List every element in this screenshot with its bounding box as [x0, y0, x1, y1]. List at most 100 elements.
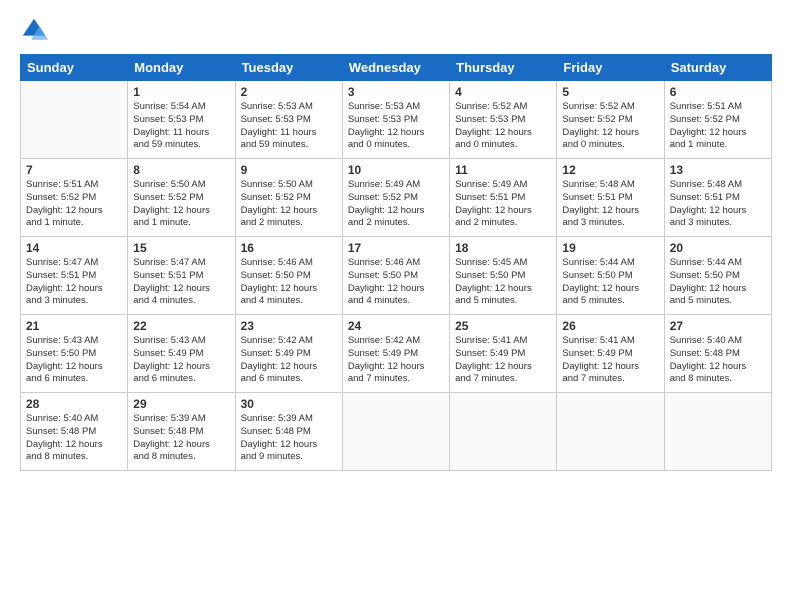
calendar-cell: 21 Sunrise: 5:43 AM Sunset: 5:50 PM Dayli… — [21, 315, 128, 393]
cell-info: Sunrise: 5:40 AM Sunset: 5:48 PM Dayligh… — [670, 335, 766, 386]
cell-info: Sunrise: 5:53 AM Sunset: 5:53 PM Dayligh… — [241, 101, 337, 152]
cell-info: Sunrise: 5:42 AM Sunset: 5:49 PM Dayligh… — [241, 335, 337, 386]
cell-info: Sunrise: 5:50 AM Sunset: 5:52 PM Dayligh… — [241, 179, 337, 230]
calendar-cell: 27 Sunrise: 5:40 AM Sunset: 5:48 PM Dayli… — [664, 315, 771, 393]
calendar-cell: 17Sunrise: 5:46 AM Sunset: 5:50 PM Dayli… — [342, 237, 449, 315]
day-number: 20 — [670, 241, 766, 255]
cell-info: Sunrise: 5:48 AM Sunset: 5:51 PM Dayligh… — [670, 179, 766, 230]
cell-info: Sunrise: 5:50 AM Sunset: 5:52 PM Dayligh… — [133, 179, 229, 230]
cell-info: Sunrise: 5:46 AM Sunset: 5:50 PM Dayligh… — [241, 257, 337, 308]
day-number: 16 — [241, 241, 337, 255]
day-number: 30 — [241, 397, 337, 411]
calendar-cell: 16 Sunrise: 5:46 AM Sunset: 5:50 PM Dayli… — [235, 237, 342, 315]
day-number: 12 — [562, 163, 658, 177]
day-number: 23 — [241, 319, 337, 333]
weekday-header: Monday — [128, 55, 235, 81]
calendar-cell: 28Sunrise: 5:40 AM Sunset: 5:48 PM Dayli… — [21, 393, 128, 471]
day-number: 2 — [241, 85, 337, 99]
weekday-header: Wednesday — [342, 55, 449, 81]
day-number: 5 — [562, 85, 658, 99]
calendar-table: SundayMondayTuesdayWednesdayThursdayFrid… — [20, 54, 772, 471]
cell-info: Sunrise: 5:49 AM Sunset: 5:52 PM Dayligh… — [348, 179, 444, 230]
calendar-cell: 13 Sunrise: 5:48 AM Sunset: 5:51 PM Dayli… — [664, 159, 771, 237]
calendar-week-row: 1Sunrise: 5:54 AM Sunset: 5:53 PM Daylig… — [21, 81, 772, 159]
day-number: 4 — [455, 85, 551, 99]
cell-info: Sunrise: 5:52 AM Sunset: 5:53 PM Dayligh… — [455, 101, 551, 152]
cell-info: Sunrise: 5:51 AM Sunset: 5:52 PM Dayligh… — [26, 179, 122, 230]
cell-info: Sunrise: 5:44 AM Sunset: 5:50 PM Dayligh… — [562, 257, 658, 308]
day-number: 7 — [26, 163, 122, 177]
day-number: 21 — [26, 319, 122, 333]
calendar-cell: 1Sunrise: 5:54 AM Sunset: 5:53 PM Daylig… — [128, 81, 235, 159]
calendar-cell: 20Sunrise: 5:44 AM Sunset: 5:50 PM Dayli… — [664, 237, 771, 315]
calendar-cell — [342, 393, 449, 471]
calendar-cell — [664, 393, 771, 471]
weekday-header: Thursday — [450, 55, 557, 81]
calendar-cell — [557, 393, 664, 471]
calendar-cell — [21, 81, 128, 159]
calendar-cell: 11 Sunrise: 5:49 AM Sunset: 5:51 PM Dayli… — [450, 159, 557, 237]
calendar-cell: 8 Sunrise: 5:50 AM Sunset: 5:52 PM Daylig… — [128, 159, 235, 237]
day-number: 25 — [455, 319, 551, 333]
weekday-header: Saturday — [664, 55, 771, 81]
cell-info: Sunrise: 5:41 AM Sunset: 5:49 PM Dayligh… — [562, 335, 658, 386]
calendar-cell: 15 Sunrise: 5:47 AM Sunset: 5:51 PM Dayli… — [128, 237, 235, 315]
calendar-cell: 4 Sunrise: 5:52 AM Sunset: 5:53 PM Daylig… — [450, 81, 557, 159]
cell-info: Sunrise: 5:52 AM Sunset: 5:52 PM Dayligh… — [562, 101, 658, 152]
day-number: 15 — [133, 241, 229, 255]
day-number: 27 — [670, 319, 766, 333]
day-number: 10 — [348, 163, 444, 177]
cell-info: Sunrise: 5:40 AM Sunset: 5:48 PM Dayligh… — [26, 413, 122, 464]
calendar-cell: 26 Sunrise: 5:41 AM Sunset: 5:49 PM Dayli… — [557, 315, 664, 393]
calendar-cell: 12 Sunrise: 5:48 AM Sunset: 5:51 PM Dayli… — [557, 159, 664, 237]
weekday-header: Friday — [557, 55, 664, 81]
calendar-cell: 2 Sunrise: 5:53 AM Sunset: 5:53 PM Daylig… — [235, 81, 342, 159]
day-number: 26 — [562, 319, 658, 333]
day-number: 17 — [348, 241, 444, 255]
cell-info: Sunrise: 5:51 AM Sunset: 5:52 PM Dayligh… — [670, 101, 766, 152]
day-number: 9 — [241, 163, 337, 177]
calendar-cell: 14 Sunrise: 5:47 AM Sunset: 5:51 PM Dayli… — [21, 237, 128, 315]
calendar-cell — [450, 393, 557, 471]
cell-info: Sunrise: 5:49 AM Sunset: 5:51 PM Dayligh… — [455, 179, 551, 230]
weekday-header: Tuesday — [235, 55, 342, 81]
calendar-cell: 23 Sunrise: 5:42 AM Sunset: 5:49 PM Dayli… — [235, 315, 342, 393]
day-number: 24 — [348, 319, 444, 333]
day-number: 3 — [348, 85, 444, 99]
cell-info: Sunrise: 5:48 AM Sunset: 5:51 PM Dayligh… — [562, 179, 658, 230]
logo — [20, 16, 52, 44]
page: SundayMondayTuesdayWednesdayThursdayFrid… — [0, 0, 792, 612]
day-number: 11 — [455, 163, 551, 177]
calendar-cell: 25Sunrise: 5:41 AM Sunset: 5:49 PM Dayli… — [450, 315, 557, 393]
calendar-cell: 5 Sunrise: 5:52 AM Sunset: 5:52 PM Daylig… — [557, 81, 664, 159]
calendar-cell: 3Sunrise: 5:53 AM Sunset: 5:53 PM Daylig… — [342, 81, 449, 159]
cell-info: Sunrise: 5:47 AM Sunset: 5:51 PM Dayligh… — [133, 257, 229, 308]
day-number: 1 — [133, 85, 229, 99]
calendar-cell: 22 Sunrise: 5:43 AM Sunset: 5:49 PM Dayli… — [128, 315, 235, 393]
cell-info: Sunrise: 5:43 AM Sunset: 5:50 PM Dayligh… — [26, 335, 122, 386]
day-number: 8 — [133, 163, 229, 177]
day-number: 19 — [562, 241, 658, 255]
calendar-body: 1Sunrise: 5:54 AM Sunset: 5:53 PM Daylig… — [21, 81, 772, 471]
calendar-cell: 29Sunrise: 5:39 AM Sunset: 5:48 PM Dayli… — [128, 393, 235, 471]
day-number: 13 — [670, 163, 766, 177]
day-number: 22 — [133, 319, 229, 333]
calendar-header-row: SundayMondayTuesdayWednesdayThursdayFrid… — [21, 55, 772, 81]
cell-info: Sunrise: 5:47 AM Sunset: 5:51 PM Dayligh… — [26, 257, 122, 308]
header — [20, 16, 772, 44]
calendar-cell: 19 Sunrise: 5:44 AM Sunset: 5:50 PM Dayli… — [557, 237, 664, 315]
day-number: 18 — [455, 241, 551, 255]
calendar-cell: 10 Sunrise: 5:49 AM Sunset: 5:52 PM Dayli… — [342, 159, 449, 237]
cell-info: Sunrise: 5:42 AM Sunset: 5:49 PM Dayligh… — [348, 335, 444, 386]
day-number: 14 — [26, 241, 122, 255]
cell-info: Sunrise: 5:43 AM Sunset: 5:49 PM Dayligh… — [133, 335, 229, 386]
calendar-cell: 7 Sunrise: 5:51 AM Sunset: 5:52 PM Daylig… — [21, 159, 128, 237]
calendar-cell: 24 Sunrise: 5:42 AM Sunset: 5:49 PM Dayli… — [342, 315, 449, 393]
calendar-week-row: 7 Sunrise: 5:51 AM Sunset: 5:52 PM Daylig… — [21, 159, 772, 237]
logo-icon — [20, 16, 48, 44]
calendar-cell: 18Sunrise: 5:45 AM Sunset: 5:50 PM Dayli… — [450, 237, 557, 315]
cell-info: Sunrise: 5:39 AM Sunset: 5:48 PM Dayligh… — [133, 413, 229, 464]
calendar-week-row: 21 Sunrise: 5:43 AM Sunset: 5:50 PM Dayli… — [21, 315, 772, 393]
calendar-cell: 9 Sunrise: 5:50 AM Sunset: 5:52 PM Daylig… — [235, 159, 342, 237]
day-number: 6 — [670, 85, 766, 99]
